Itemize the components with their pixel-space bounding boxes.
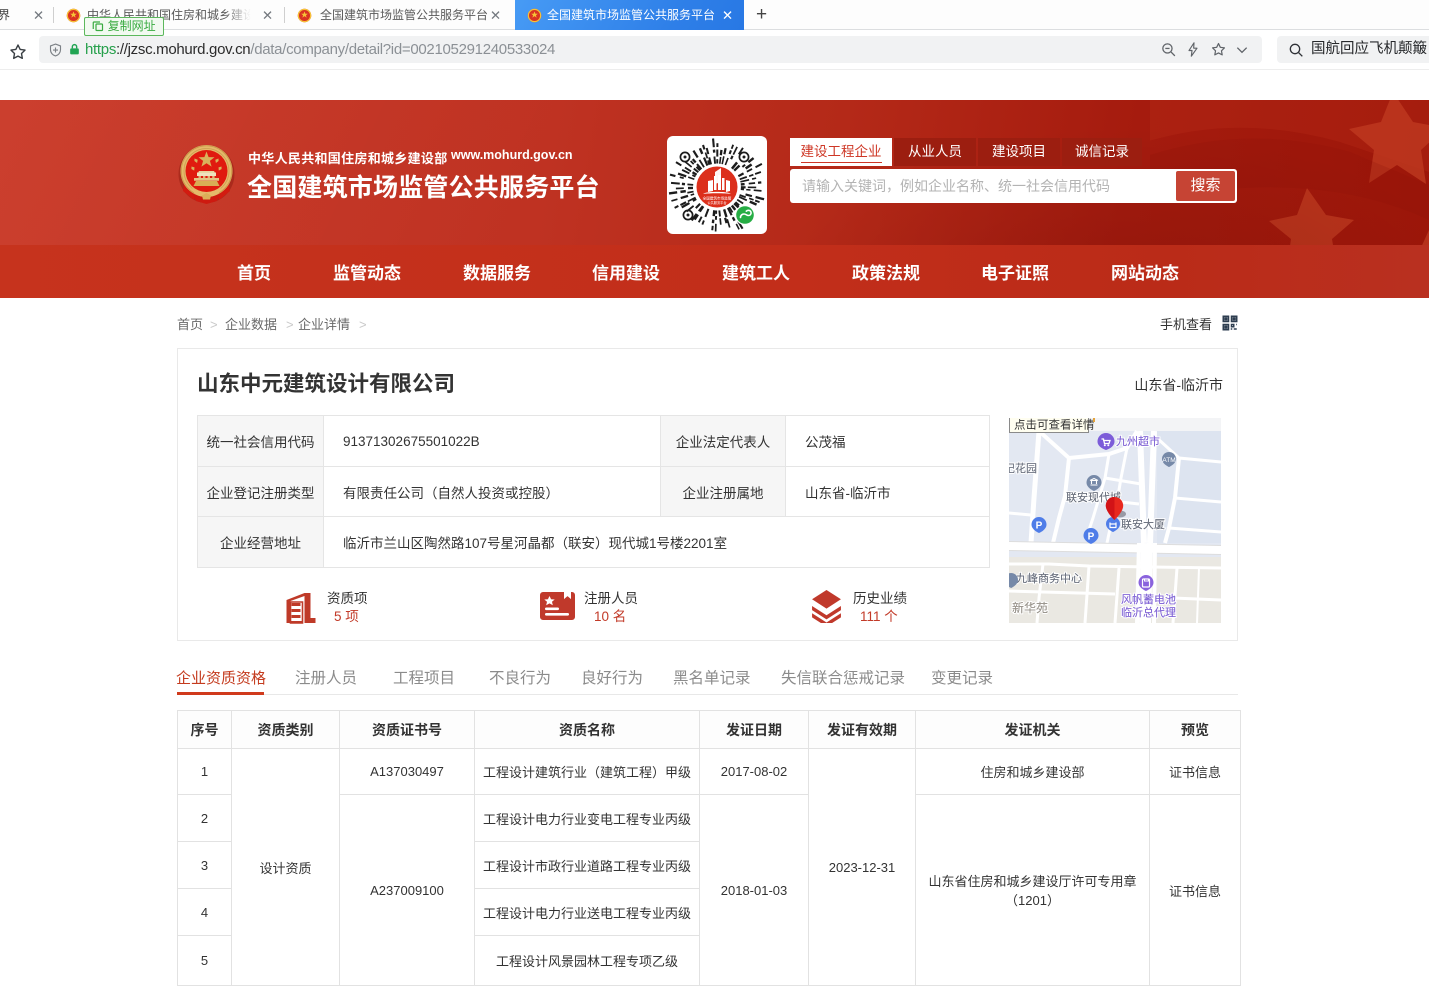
svg-text:P: P — [1036, 521, 1043, 532]
svg-text:公共服务平台: 公共服务平台 — [707, 200, 726, 205]
svg-text:九峰商务中心: 九峰商务中心 — [1016, 570, 1082, 586]
svg-text:点击可查看详情: 点击可查看详情 — [1014, 418, 1095, 433]
svg-text:新华苑: 新华苑 — [1012, 599, 1048, 616]
svg-text:临沂总代理: 临沂总代理 — [1121, 604, 1176, 620]
svg-text:联安大厦: 联安大厦 — [1121, 516, 1165, 532]
svg-text:记花园: 记花园 — [1009, 460, 1037, 476]
svg-text:ATM: ATM — [1162, 457, 1175, 464]
svg-text:九州超市: 九州超市 — [1116, 433, 1160, 449]
svg-text:P: P — [1088, 532, 1095, 543]
